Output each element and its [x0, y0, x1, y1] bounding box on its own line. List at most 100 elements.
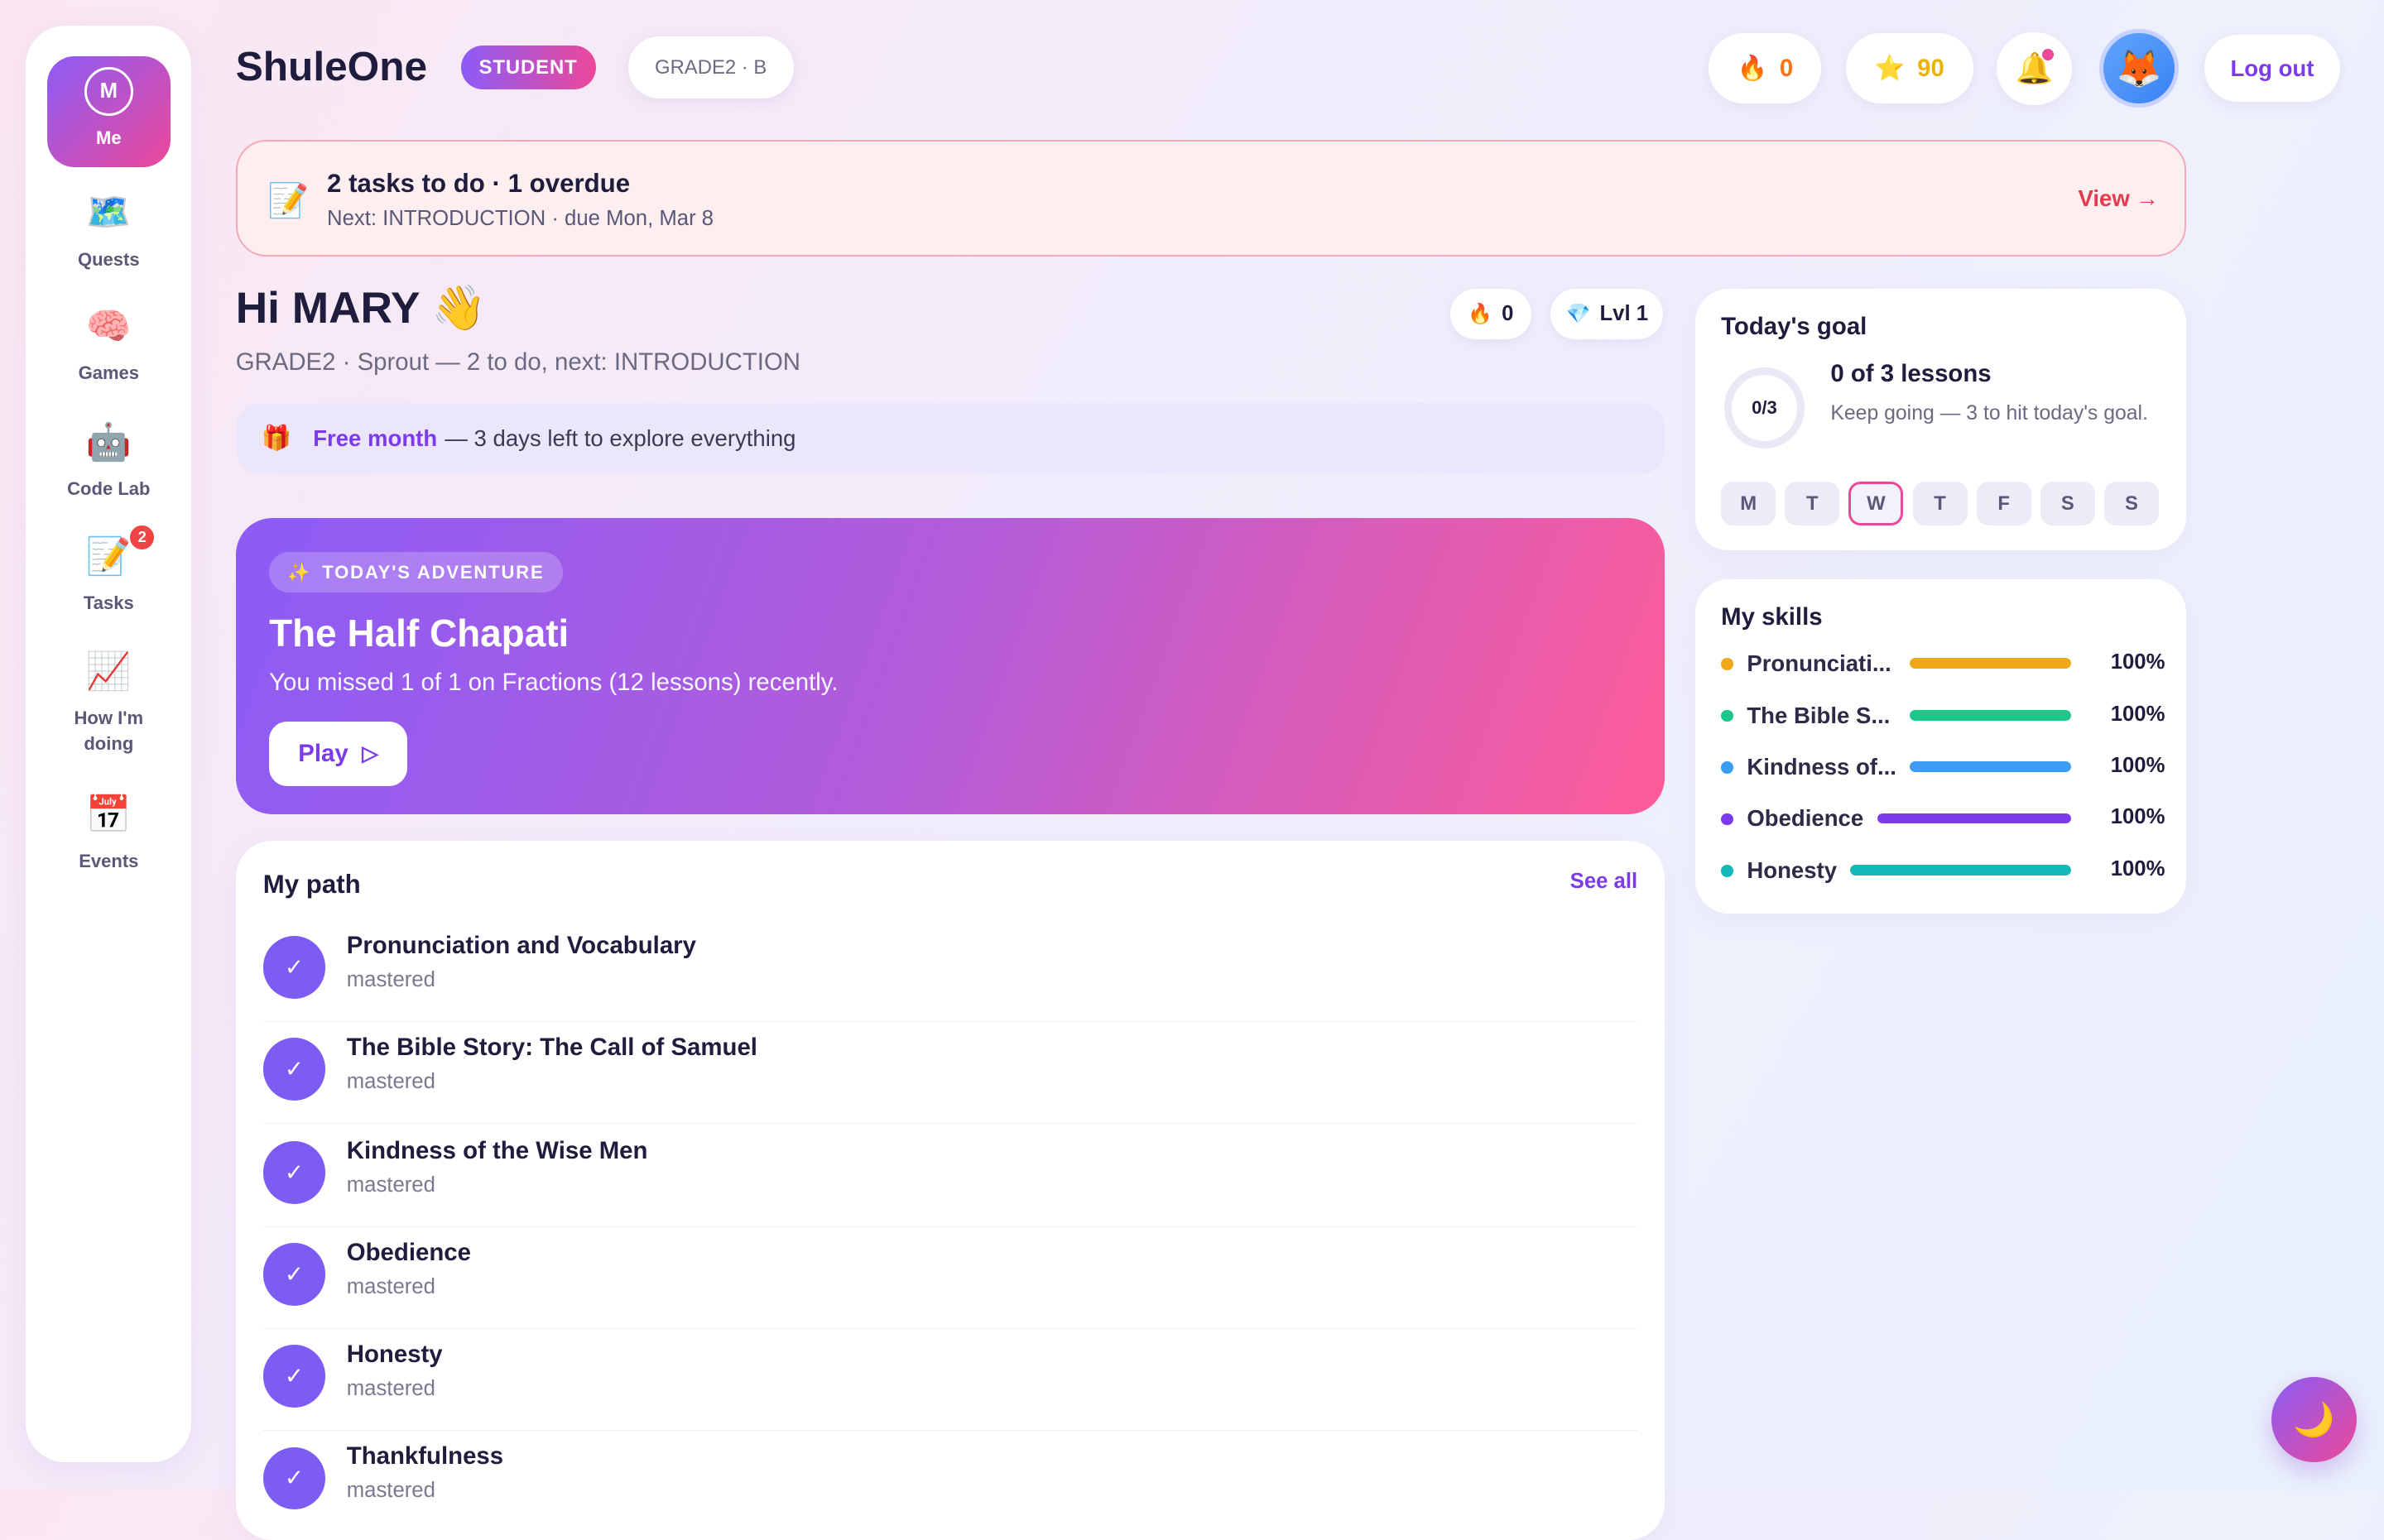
- path-item-name: Kindness of the Wise Men: [346, 1136, 648, 1164]
- avatar[interactable]: 🦊: [2099, 28, 2179, 108]
- check-icon: ✓: [262, 1243, 326, 1306]
- check-icon: ✓: [262, 936, 326, 999]
- path-item-status: mastered: [346, 1274, 435, 1298]
- level-chip-value: Lvl 1: [1599, 301, 1649, 325]
- sidebar-item-quests[interactable]: 🗺️ Quests: [26, 191, 191, 271]
- memo-icon: 📝: [267, 180, 310, 219]
- weekday: S: [2103, 482, 2159, 526]
- free-month-bar: 🎁 Free month — 3 days left to explore ev…: [235, 402, 1665, 475]
- skill-row[interactable]: Pronunciati... 100%: [1721, 647, 2165, 680]
- skill-bar-fill: [1877, 813, 2071, 824]
- path-item-name: Pronunciation and Vocabulary: [346, 931, 696, 959]
- skill-name: Kindness of...: [1747, 754, 1896, 780]
- skill-bar-fill: [1850, 865, 2071, 876]
- skill-name: Pronunciati...: [1747, 650, 1891, 677]
- gift-icon: 🎁: [261, 424, 292, 452]
- path-item[interactable]: ✓ Obedience mastered: [262, 1226, 1638, 1330]
- skill-bar: [1877, 813, 2071, 824]
- sidebar-item-progress[interactable]: 📈 How I'm doing: [26, 650, 191, 757]
- play-button[interactable]: Play ▷: [269, 722, 408, 786]
- skill-dot: [1721, 709, 1733, 722]
- tasks-banner[interactable]: 📝 2 tasks to do · 1 overdue Next: INTROD…: [235, 139, 2187, 257]
- skill-bar-fill: [1909, 761, 2071, 773]
- greeting-subtitle: GRADE2 · Sprout — 2 to do, next: INTRODU…: [235, 348, 801, 376]
- path-item-status: mastered: [346, 967, 435, 991]
- path-item[interactable]: ✓ Pronunciation and Vocabulary mastered: [262, 919, 1638, 1023]
- skill-row[interactable]: Kindness of... 100%: [1721, 751, 2165, 784]
- stars-value: 90: [1917, 54, 1944, 82]
- user-initial-avatar: M: [84, 66, 133, 116]
- path-item-status: mastered: [346, 1377, 435, 1401]
- skill-bar: [1909, 709, 2071, 721]
- skill-row[interactable]: The Bible S... 100%: [1721, 699, 2165, 732]
- streak-counter[interactable]: 🔥 0: [1709, 33, 1822, 103]
- skill-row[interactable]: Obedience 100%: [1721, 803, 2165, 836]
- todays-goal-card: Today's goal 0/3 0 of 3 lessons Keep goi…: [1694, 288, 2187, 550]
- adventure-title: The Half Chapati: [269, 612, 570, 655]
- path-item-name: The Bible Story: The Call of Samuel: [346, 1033, 757, 1061]
- play-label: Play: [298, 739, 348, 767]
- skill-bar: [1850, 865, 2071, 876]
- check-icon: ✓: [262, 1446, 326, 1509]
- skill-bar-fill: [1909, 709, 2071, 721]
- adventure-tag-label: TODAY'S ADVENTURE: [322, 561, 545, 583]
- brand-title: ShuleOne: [235, 43, 428, 90]
- notifications-button[interactable]: 🔔: [1996, 31, 2073, 105]
- tasks-banner-subtitle: Next: INTRODUCTION · due Mon, Mar 8: [327, 206, 714, 230]
- chart-increasing-icon: 📈: [85, 651, 132, 693]
- sidebar: M Me 🗺️ Quests 🧠 Games 🤖 Code Lab 📝 2 Ta…: [26, 26, 192, 1462]
- skill-name: The Bible S...: [1747, 702, 1891, 728]
- check-icon: ✓: [262, 1141, 326, 1204]
- path-item-name: Thankfulness: [346, 1442, 504, 1470]
- sidebar-item-code-lab[interactable]: 🤖 Code Lab: [26, 421, 191, 501]
- robot-icon: 🤖: [85, 421, 132, 463]
- path-item[interactable]: ✓ Kindness of the Wise Men mastered: [262, 1125, 1638, 1228]
- path-item-name: Obedience: [346, 1238, 471, 1266]
- view-tasks-link[interactable]: View →: [2078, 185, 2158, 212]
- my-skills-card: My skills Pronunciati... 100% The Bible …: [1694, 578, 2187, 914]
- skill-dot: [1721, 865, 1733, 877]
- skill-row[interactable]: Honesty 100%: [1721, 854, 2165, 887]
- stars-counter[interactable]: ⭐ 90: [1845, 33, 1974, 103]
- skill-percent: 100%: [2110, 805, 2165, 829]
- streak-value: 0: [1779, 54, 1794, 82]
- adventure-tag: ✨ TODAY'S ADVENTURE: [269, 551, 563, 593]
- sidebar-item-tasks[interactable]: 📝 2 Tasks: [26, 522, 191, 616]
- skill-percent: 100%: [2110, 754, 2165, 777]
- sparkle-icon: ✨: [287, 561, 312, 583]
- goal-sub: Keep going — 3 to hit today's goal.: [1830, 402, 2148, 425]
- goal-progress-ring: 0/3: [1723, 367, 1805, 449]
- streak-chip: 🔥 0: [1450, 288, 1531, 339]
- skill-name: Obedience: [1747, 805, 1864, 832]
- see-all-link[interactable]: See all: [1570, 870, 1637, 894]
- path-title: My path: [262, 869, 361, 899]
- sidebar-item-label: Quests: [77, 248, 140, 270]
- fox-icon: 🦊: [2116, 48, 2162, 89]
- class-pill[interactable]: GRADE2 · B: [627, 36, 794, 99]
- logout-button[interactable]: Log out: [2204, 35, 2340, 103]
- play-icon: ▷: [362, 741, 379, 765]
- path-item[interactable]: ✓ The Bible Story: The Call of Samuel ma…: [262, 1021, 1638, 1125]
- skill-bar: [1909, 658, 2071, 669]
- path-item-status: mastered: [346, 1070, 435, 1094]
- path-item[interactable]: ✓ Honesty mastered: [262, 1328, 1638, 1432]
- my-path-card: My path See all ✓ Pronunciation and Voca…: [235, 840, 1665, 1540]
- sidebar-item-events[interactable]: 📅 Events: [26, 794, 191, 874]
- path-item[interactable]: ✓ Thankfulness mastered: [262, 1430, 1637, 1532]
- calendar-icon: 📅: [85, 794, 132, 835]
- role-badge: STUDENT: [460, 46, 596, 90]
- skill-name: Honesty: [1747, 856, 1838, 883]
- level-chip: 💎 Lvl 1: [1550, 288, 1664, 339]
- sidebar-item-games[interactable]: 🧠 Games: [26, 305, 191, 386]
- check-icon: ✓: [262, 1345, 326, 1408]
- theme-toggle-button[interactable]: 🌙: [2271, 1377, 2357, 1462]
- path-item-name: Honesty: [346, 1340, 443, 1368]
- weekday-today: W: [1848, 482, 1904, 526]
- weekday: T: [1912, 482, 1968, 526]
- skill-percent: 100%: [2110, 856, 2165, 880]
- sidebar-item-me[interactable]: M Me: [46, 55, 171, 168]
- sidebar-item-label: Code Lab: [67, 477, 151, 499]
- fire-icon: 🔥: [1737, 54, 1768, 82]
- skill-dot: [1721, 761, 1733, 774]
- free-month-text: — 3 days left to explore everything: [445, 425, 796, 451]
